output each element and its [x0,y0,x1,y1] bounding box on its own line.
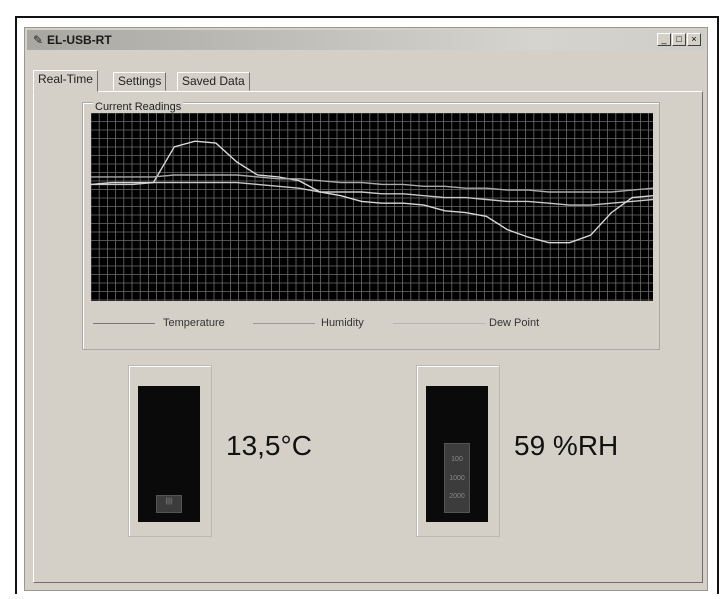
minimize-button[interactable]: _ [657,33,671,46]
humidity-bar-label: 100 [451,455,463,463]
humidity-level-bar: 100 1000 2000 [444,443,470,513]
tab-saved-data[interactable]: Saved Data [177,72,250,91]
legend-humidity: Humidity [321,317,364,329]
humidity-bar-label: 2000 [449,493,465,501]
legend-dew-point-swatch [393,323,485,324]
legend-temperature-swatch [93,323,155,324]
humidity-gauge-well: 100 1000 2000 [426,386,488,522]
legend-humidity-swatch [253,323,315,324]
temperature-level-bar: |||| [156,495,182,513]
temperature-bar-marks: |||| [165,498,173,505]
temperature-gauge-well: |||| [138,386,200,522]
current-readings-title: Current Readings [93,101,184,113]
device-icon: ✎ [33,33,44,47]
window-title: EL-USB-RT [47,33,112,47]
tab-real-time[interactable]: Real-Time [33,70,98,92]
tab-settings[interactable]: Settings [113,72,167,91]
chart-plot-area [91,113,653,301]
temperature-reading: 13,5°C [226,430,312,461]
real-time-panel: Current Readings Temperature Humidity De… [33,91,703,583]
legend-dew-point: Dew Point [489,317,540,329]
humidity-gauge: 100 1000 2000 [416,365,500,537]
maximize-button[interactable]: □ [672,33,686,46]
current-readings-group: Current Readings Temperature Humidity De… [82,101,660,350]
title-bar[interactable]: ✎ EL-USB-RT _ □ × [27,30,705,50]
readings-chart [91,113,653,301]
humidity-bar-label: 1000 [449,474,465,482]
close-button[interactable]: × [687,33,701,46]
temperature-gauge: |||| [128,365,212,537]
legend-temperature: Temperature [163,317,225,329]
humidity-reading: 59 %RH [514,430,619,461]
app-window: ✎ EL-USB-RT _ □ × Real-Time Settings Sav… [24,27,708,591]
chart-legend: Temperature Humidity Dew Point [93,315,653,333]
